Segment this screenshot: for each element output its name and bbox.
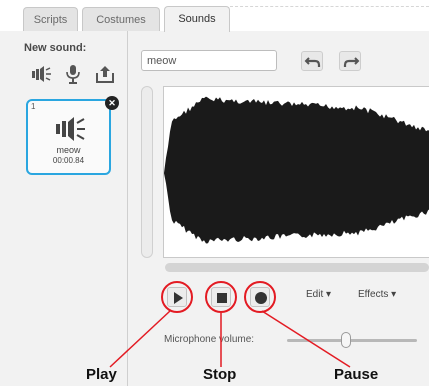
tab-bar: Scripts Costumes Sounds: [0, 0, 429, 32]
pause-highlight-ring: [244, 281, 276, 313]
stop-annotation-label: Stop: [203, 366, 237, 383]
waveform-graphic: [164, 96, 429, 244]
waveform-horizontal-scrollbar[interactable]: [165, 263, 429, 272]
waveform-shape: [164, 96, 429, 244]
sound-item-meow[interactable]: 1 ✕ meow 00:00.84: [26, 96, 119, 175]
edit-menu[interactable]: Edit ▾: [306, 289, 331, 300]
sound-item-name: meow: [56, 145, 81, 155]
microphone-volume-knob[interactable]: [340, 332, 351, 348]
redo-button[interactable]: [339, 51, 361, 71]
microphone-icon[interactable]: [62, 64, 84, 84]
upload-icon[interactable]: [94, 64, 116, 84]
tab-sounds[interactable]: Sounds: [164, 6, 230, 32]
stop-highlight-ring: [205, 281, 237, 313]
speaker-icon: [54, 115, 88, 143]
tab-bar-edge: [230, 6, 429, 7]
speaker-library-icon[interactable]: [30, 64, 52, 84]
new-sound-label: New sound:: [24, 42, 87, 54]
microphone-volume-slider[interactable]: [287, 339, 417, 342]
waveform-vertical-scrollbar[interactable]: [141, 86, 153, 258]
tab-costumes[interactable]: Costumes: [82, 7, 160, 32]
sound-list-pane: [0, 31, 128, 386]
play-highlight-ring: [161, 281, 193, 313]
sound-name-input[interactable]: [141, 50, 277, 71]
effects-menu[interactable]: Effects ▾: [358, 289, 396, 300]
undo-button[interactable]: [301, 51, 323, 71]
waveform-view[interactable]: [163, 86, 429, 258]
pause-annotation-label: Pause: [334, 366, 379, 383]
tab-scripts[interactable]: Scripts: [23, 7, 78, 32]
sound-item-duration: 00:00.84: [52, 156, 85, 165]
microphone-volume-label: Microphone volume:: [164, 334, 255, 345]
sound-item-number: 1: [31, 102, 36, 111]
delete-sound-icon[interactable]: ✕: [105, 96, 119, 110]
play-annotation-label: Play: [86, 366, 117, 383]
